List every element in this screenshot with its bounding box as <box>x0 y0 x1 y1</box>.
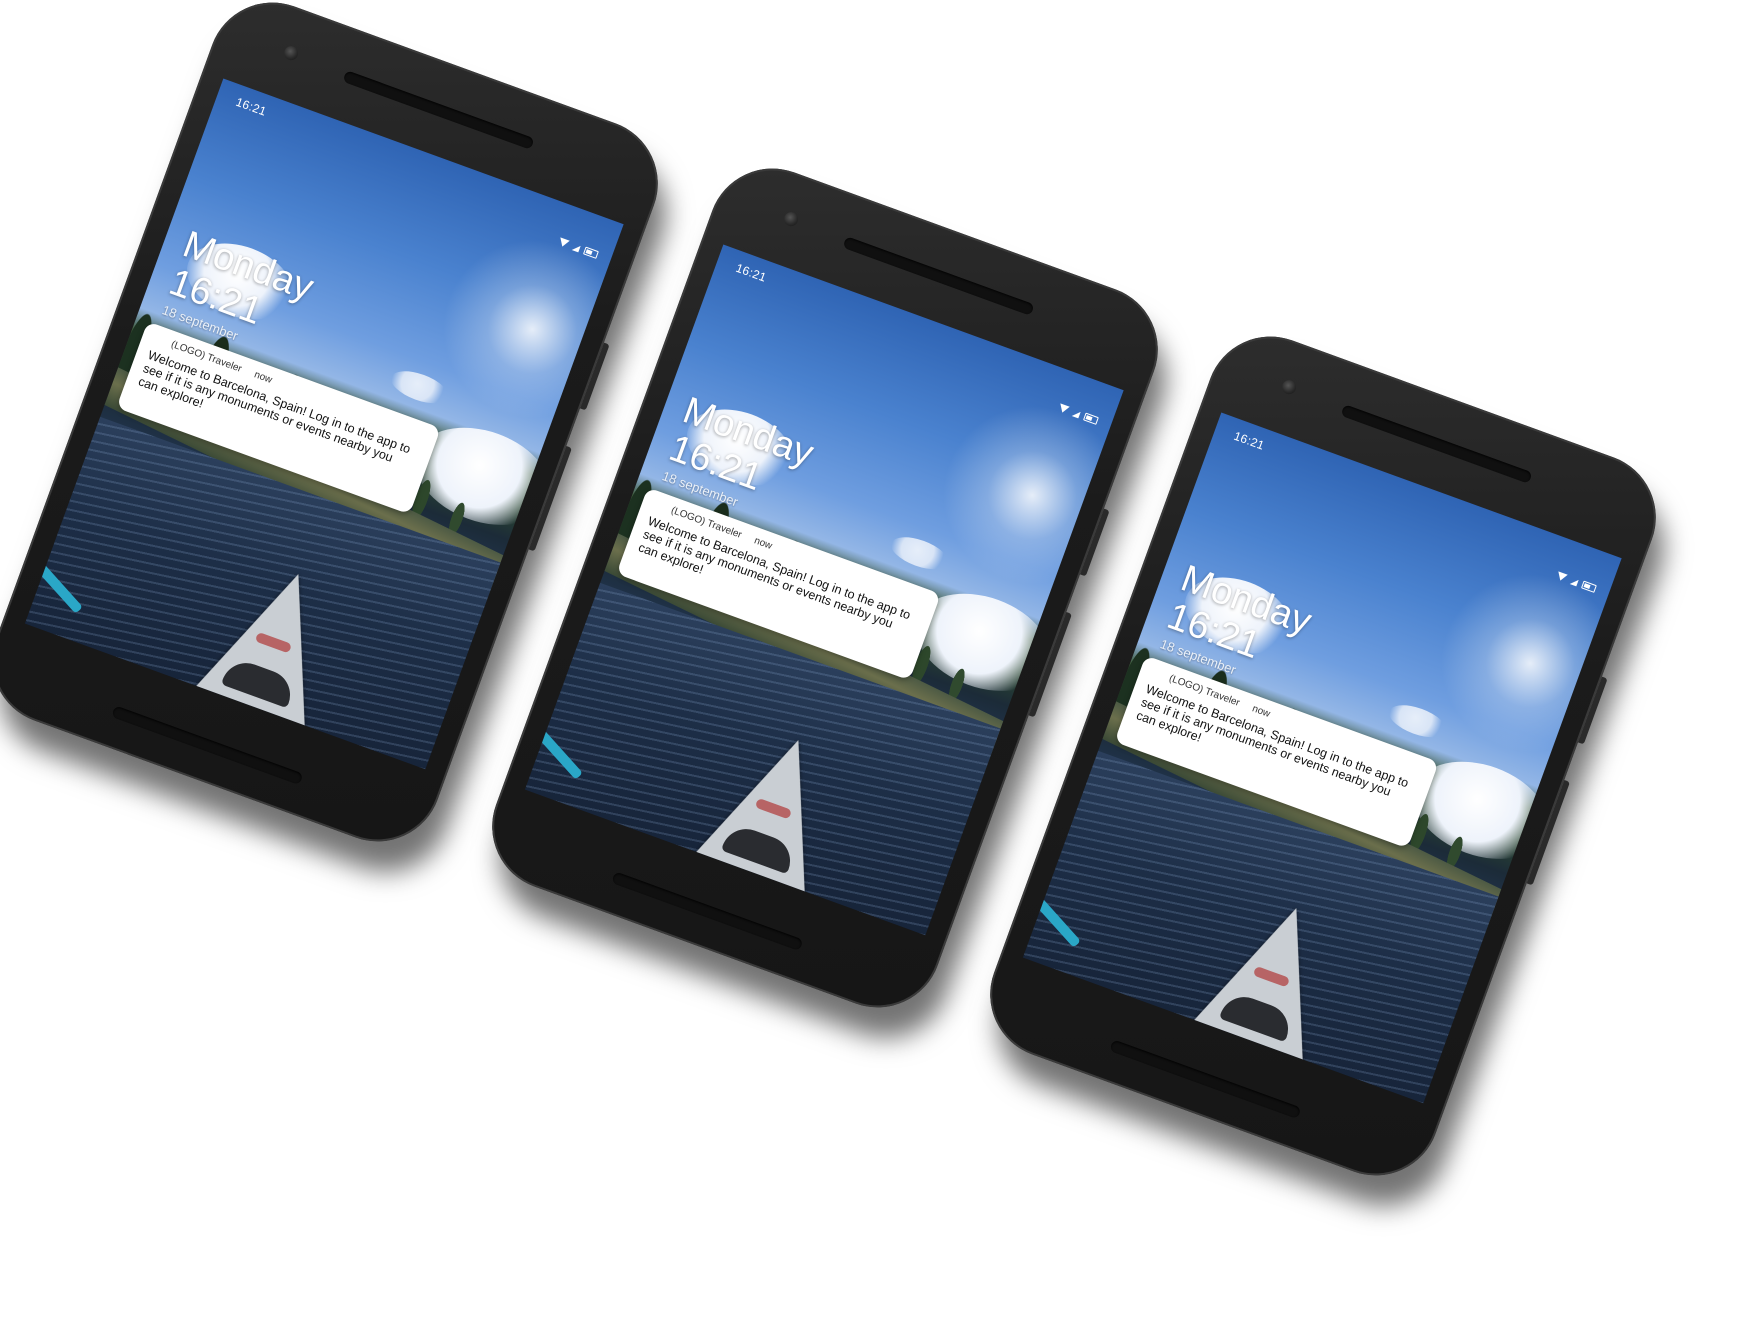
front-camera-icon <box>1280 378 1299 397</box>
power-button <box>1080 508 1110 577</box>
notification-time: now <box>752 535 774 552</box>
signal-icon <box>1569 576 1579 586</box>
notification-time: now <box>252 369 274 386</box>
bottom-speaker <box>611 871 804 952</box>
front-camera-icon <box>282 44 301 63</box>
bottom-speaker <box>1109 1039 1302 1120</box>
lock-screen[interactable]: 16:21 Monday 16:21 18 september (LOGO) T… <box>524 244 1124 936</box>
signal-icon <box>571 242 581 252</box>
lock-screen[interactable]: 16:21 Monday 16:21 18 september (LOGO) T… <box>24 78 624 770</box>
mockup-stage: 16:21 Monday 16:21 18 september (LOGO) T… <box>0 0 1744 1338</box>
status-bar-time: 16:21 <box>233 94 269 119</box>
bottom-speaker <box>111 705 304 786</box>
lock-screen[interactable]: 16:21 Monday 16:21 18 september (LOGO) T… <box>1022 412 1622 1104</box>
power-button <box>1578 676 1608 745</box>
status-bar-time: 16:21 <box>1231 428 1267 453</box>
status-bar-time: 16:21 <box>733 260 769 285</box>
power-button <box>580 342 610 411</box>
front-camera-icon <box>782 210 801 229</box>
notification-time: now <box>1250 703 1272 720</box>
signal-icon <box>1071 408 1081 418</box>
